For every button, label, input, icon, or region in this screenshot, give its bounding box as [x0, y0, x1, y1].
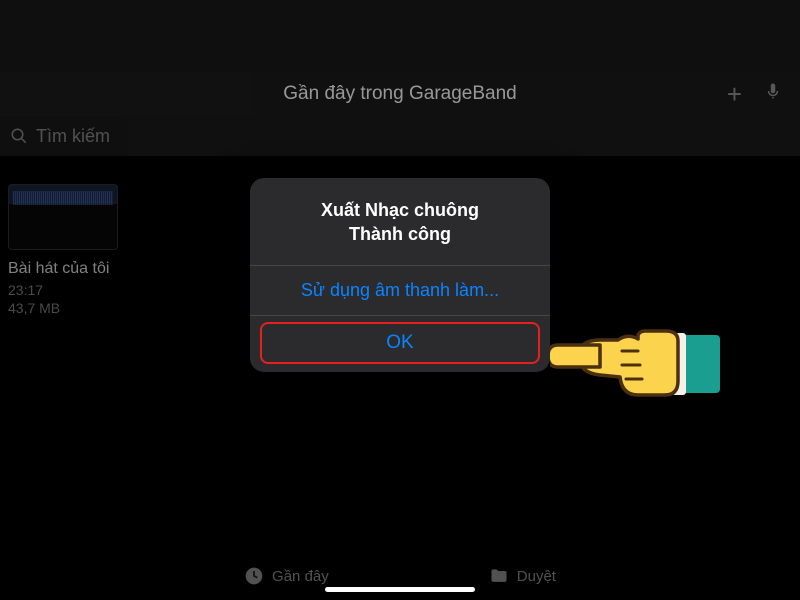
dialog-title-line1: Xuất Nhạc chuông	[266, 198, 534, 222]
song-timestamp: 23:17	[8, 282, 125, 298]
header-bar: Gần đây trong GarageBand +	[0, 72, 800, 116]
search-bar[interactable]: Tìm kiếm	[0, 116, 800, 156]
pointing-hand-icon	[550, 295, 720, 420]
export-success-dialog: Xuất Nhạc chuông Thành công Sử dụng âm t…	[250, 178, 550, 372]
home-indicator[interactable]	[325, 587, 475, 592]
tab-browse-label: Duyệt	[517, 568, 556, 585]
dialog-title-line2: Thành công	[266, 222, 534, 246]
mic-icon[interactable]	[764, 82, 782, 106]
ok-button[interactable]: OK	[260, 322, 540, 364]
song-thumbnail	[8, 184, 118, 250]
add-icon[interactable]: +	[727, 79, 742, 110]
page-title: Gần đây trong GarageBand	[283, 83, 516, 105]
tab-recent[interactable]: Gần đây	[244, 566, 329, 586]
search-placeholder: Tìm kiếm	[36, 126, 110, 147]
song-item[interactable]: Bài hát của tôi 23:17 43,7 MB	[0, 184, 125, 316]
use-sound-as-button[interactable]: Sử dụng âm thanh làm...	[250, 266, 550, 315]
clock-icon	[244, 566, 264, 586]
ok-button-container: OK	[250, 316, 550, 372]
top-toolbar-blur	[0, 0, 800, 72]
search-icon	[10, 127, 28, 145]
song-filesize: 43,7 MB	[8, 300, 125, 316]
header-actions: +	[727, 79, 782, 110]
dialog-title: Xuất Nhạc chuông Thành công	[250, 178, 550, 265]
tab-browse[interactable]: Duyệt	[489, 566, 556, 586]
folder-icon	[489, 566, 509, 586]
song-title: Bài hát của tôi	[8, 260, 125, 278]
bottom-tab-bar: Gần đây Duyệt	[0, 566, 800, 586]
tab-recent-label: Gần đây	[272, 568, 329, 585]
